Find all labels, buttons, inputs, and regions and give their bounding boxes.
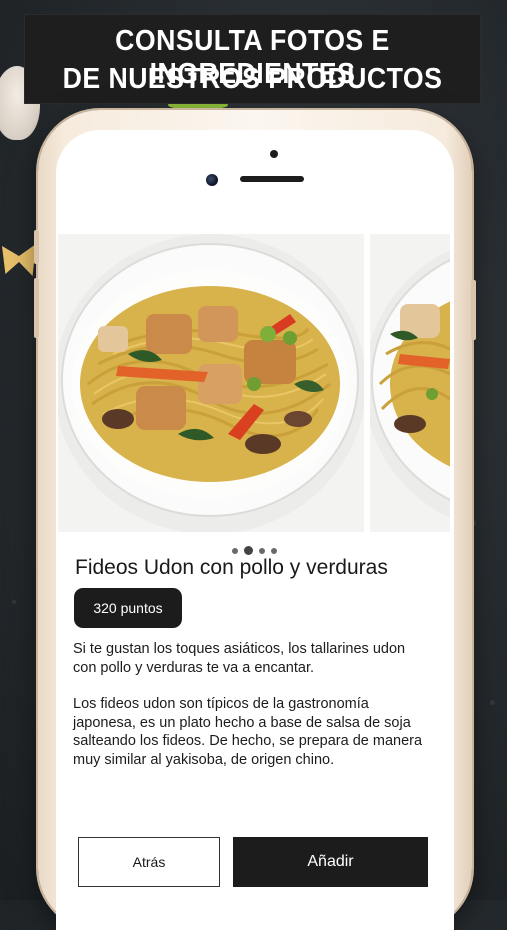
noodle-dish-image: [58, 234, 364, 532]
product-title: Fideos Udon con pollo y verduras: [75, 556, 388, 579]
carousel-dot[interactable]: [270, 547, 277, 554]
carousel-pagination: [58, 540, 450, 555]
back-button[interactable]: Atrás: [78, 837, 220, 887]
speaker-grille-icon: [240, 176, 304, 182]
phone-side-button: [34, 278, 39, 338]
background-speck: [12, 600, 16, 604]
product-detail-screen: Fideos Udon con pollo y verduras 320 pun…: [58, 234, 450, 910]
add-button[interactable]: Añadir: [233, 837, 428, 887]
phone-side-button: [471, 280, 476, 340]
carousel-dot-active[interactable]: [243, 546, 253, 555]
sensor-dot-icon: [270, 150, 278, 158]
carousel-dot[interactable]: [258, 547, 265, 554]
next-product-photo[interactable]: [370, 234, 450, 532]
phone-side-button: [34, 230, 39, 264]
camera-lens-icon: [206, 174, 218, 186]
product-description-intro: Si te gustan los toques asiáticos, los t…: [73, 641, 406, 676]
banner-line-2: DE NUESTROS PRODUCTOS: [62, 63, 443, 95]
phone-mockup: Fideos Udon con pollo y verduras 320 pun…: [34, 110, 476, 930]
pasta-decoration: [2, 244, 36, 276]
points-badge: 320 puntos: [74, 588, 182, 628]
product-photo[interactable]: [58, 234, 364, 532]
promo-banner: CONSULTA FOTOS E INGREDIENTES DE NUESTRO…: [24, 14, 481, 104]
background-speck: [490, 700, 495, 705]
product-description-detail: Los fideos udon son típicos de la gastro…: [73, 696, 423, 768]
carousel-dot[interactable]: [231, 547, 238, 554]
noodle-dish-image: [370, 249, 450, 519]
